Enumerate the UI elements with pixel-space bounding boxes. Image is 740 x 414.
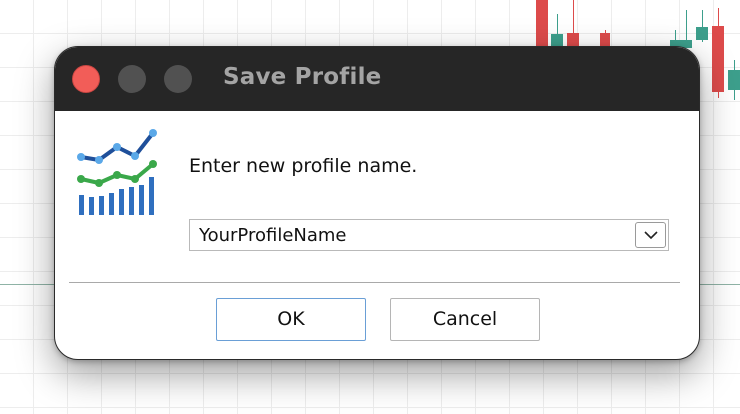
candlestick — [696, 10, 708, 42]
profile-name-input[interactable] — [190, 220, 630, 250]
candlestick — [600, 30, 610, 46]
ok-button[interactable]: OK — [216, 298, 366, 341]
candlestick — [712, 8, 724, 98]
prompt-label: Enter new profile name. — [189, 155, 418, 177]
window-title: Save Profile — [223, 64, 382, 90]
divider — [69, 282, 680, 283]
profile-name-combobox[interactable] — [189, 219, 669, 251]
close-window-button[interactable] — [72, 65, 100, 93]
chart-icon — [77, 127, 159, 219]
candlestick — [567, 0, 579, 46]
dropdown-button[interactable] — [635, 222, 666, 248]
candlestick — [536, 0, 548, 46]
minimize-window-button[interactable] — [118, 65, 146, 93]
candlestick — [728, 60, 740, 100]
zoom-window-button[interactable] — [164, 65, 192, 93]
chevron-down-icon — [644, 231, 658, 240]
cancel-button[interactable]: Cancel — [390, 298, 540, 341]
candlestick — [551, 14, 563, 46]
title-bar[interactable]: Save Profile — [55, 47, 699, 111]
candlestick — [680, 10, 692, 48]
save-profile-dialog: Save Profile Enter new profile name. You… — [54, 46, 700, 360]
